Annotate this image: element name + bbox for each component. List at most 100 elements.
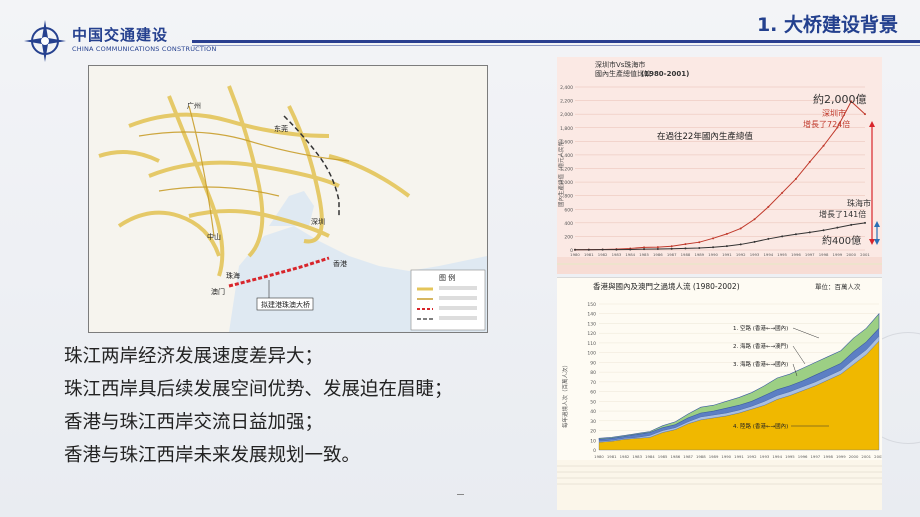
gdp-data-point [864, 221, 866, 224]
gdp-x-tick: 1997 [805, 252, 815, 257]
pax-x-tick: 2001 [861, 454, 871, 459]
pax-unit: 單位：百萬人次 [815, 282, 861, 291]
pax-x-tick: 2002 [874, 454, 882, 459]
pax-x-tick: 1990 [721, 454, 731, 459]
gdp-data-point [574, 248, 576, 251]
gdp-data-point [725, 232, 728, 235]
gdp-data-point [781, 235, 784, 238]
gdp-x-tick: 1993 [750, 252, 760, 257]
gdp-data-point [822, 144, 825, 147]
pax-x-tick: 1988 [696, 454, 706, 459]
pax-y-tick: 90 [590, 360, 596, 366]
pax-y-tick: 60 [590, 390, 596, 396]
key-point: 香港与珠江西岸未来发展规划一致。 [64, 445, 361, 466]
gdp-y-ticks: 02004006008001,0001,2001,4001,6001,8002,… [560, 85, 573, 254]
gdp-y-tick: 2,400 [560, 85, 573, 91]
gdp-data-point [643, 246, 646, 249]
pax-y-tick: 40 [590, 409, 596, 415]
gdp-data-point [767, 205, 770, 208]
pax-y-tick: 130 [587, 321, 596, 327]
pax-y-tick: 30 [590, 419, 596, 425]
pax-x-tick: 1986 [671, 454, 681, 459]
gdp-y-tick: 600 [564, 207, 573, 213]
gdp-data-point [684, 247, 687, 250]
gdp-y-tick: 200 [564, 234, 573, 240]
pax-x-tick: 1981 [607, 454, 617, 459]
gdp-data-point [753, 218, 756, 221]
gdp-data-point [684, 243, 687, 246]
key-points-list: 珠江两岸经济发展速度差异大； 珠江西岸具后续发展空间优势、发展迫在眉睫； 香港与… [64, 340, 544, 472]
gdp-data-point [615, 248, 618, 251]
map-label-macau: 澳门 [211, 287, 225, 296]
gdp-y-tick: 1,400 [560, 153, 573, 159]
pax-x-tick: 2000 [849, 454, 859, 459]
header-divider-thin [192, 45, 920, 46]
gdp-annotation-bottom: 約400億 [822, 234, 861, 247]
gdp-x-tick: 1985 [639, 252, 649, 257]
pax-y-tick: 70 [590, 380, 596, 386]
pax-y-tick: 50 [590, 399, 596, 405]
gdp-data-point [629, 248, 632, 251]
gdp-data-point [794, 233, 797, 236]
gdp-x-tick: 1994 [763, 252, 773, 257]
gdp-x-tick: 2000 [846, 252, 856, 257]
pax-x-tick: 1983 [632, 454, 642, 459]
pax-x-tick: 1999 [836, 454, 846, 459]
cross-border-traffic-chart: 香港與國內及澳門之過境人流 (1980-2002) 單位：百萬人次 每年過境人次… [557, 277, 882, 510]
pax-x-tick: 1998 [823, 454, 833, 459]
gdp-y-tick: 1,600 [560, 139, 573, 145]
page-title: 1. 大桥建设背景 [756, 14, 898, 36]
pax-chart-svg: 香港與國內及澳門之過境人流 (1980-2002) 單位：百萬人次 每年過境人次… [557, 281, 882, 510]
map-label-zhongshan: 中山 [207, 232, 221, 241]
gdp-chart-svg: 深圳市Vs珠海市 國內生產總值比較 (1980-2001) 國內生產總值（億元人… [557, 60, 882, 274]
gdp-y-tick: 2,200 [560, 99, 573, 105]
pax-x-tick: 1987 [683, 454, 693, 459]
gdp-data-point [643, 248, 646, 251]
pax-y-tick: 20 [590, 429, 596, 435]
gdp-data-point [698, 246, 701, 249]
gdp-data-point [822, 229, 825, 232]
legend-title: 图 例 [439, 273, 455, 282]
gdp-data-point [698, 241, 701, 244]
pax-x-tick: 1996 [798, 454, 808, 459]
map-label-zhuhai: 珠海 [226, 271, 240, 280]
gdp-x-tick: 1995 [777, 252, 787, 257]
gdp-y-tick: 1,800 [560, 126, 573, 132]
gdp-data-point [601, 248, 604, 251]
gdp-data-point [739, 243, 742, 246]
gdp-x-tick: 1988 [681, 252, 691, 257]
pax-x-tick: 1982 [620, 454, 630, 459]
gdp-data-point [670, 245, 673, 248]
zhuhai-growth: 增長了141倍 [819, 209, 866, 219]
pax-y-tick: 80 [590, 370, 596, 376]
pax-title: 香港與國內及澳門之過境人流 (1980-2002) [593, 281, 740, 291]
region-map: 广州 东莞 中山 深圳 珠海 香港 澳门 拟建港珠澳大桥 图 例 [88, 65, 488, 333]
pax-x-tick: 1989 [709, 454, 719, 459]
gdp-y-tick: 800 [564, 194, 573, 200]
gdp-data-point [794, 177, 797, 180]
bridge-callout: 拟建港珠澳大桥 [261, 300, 310, 309]
pax-x-tick-labels: 1980 1981 1982 1983 1984 1985 1986 1987 1988 1989… [594, 454, 882, 459]
pax-label-land: 4. 陸路 (香港←→國內) [733, 422, 788, 430]
pax-y-axis-label: 每年過境人次（百萬人次） [561, 362, 569, 428]
gdp-x-tick: 2001 [860, 252, 870, 257]
pax-y-tick: 110 [587, 341, 596, 347]
gdp-data-point [808, 231, 811, 234]
map-graphic: 广州 东莞 中山 深圳 珠海 香港 澳门 拟建港珠澳大桥 图 例 [89, 66, 487, 332]
key-point: 珠江西岸具后续发展空间优势、发展迫在眉睫； [64, 379, 453, 400]
gdp-x-tick: 1983 [612, 252, 622, 257]
gdp-x-tick: 1980 [570, 252, 580, 257]
pax-y-tick: 150 [587, 302, 596, 308]
pax-y-tick: 100 [587, 351, 596, 357]
pax-x-tick: 1991 [734, 454, 744, 459]
key-point: 珠江两岸经济发展速度差异大； [64, 346, 324, 367]
gdp-x-tick: 1981 [584, 252, 594, 257]
gdp-x-tick: 1989 [694, 252, 704, 257]
key-point: 香港与珠江西岸交流日益加强； [64, 412, 324, 433]
map-label-dongguan: 东莞 [274, 124, 288, 133]
logo-chinese-name: 中国交通建设 [72, 26, 169, 44]
pax-x-tick: 1997 [811, 454, 821, 459]
gdp-comparison-chart: 深圳市Vs珠海市 國內生產總值比較 (1980-2001) 國內生產總值（億元人… [557, 57, 882, 274]
pax-label-sea-mainland: 3. 海路 (香港←→國內) [733, 360, 788, 368]
gdp-x-tick: 1982 [598, 252, 608, 257]
